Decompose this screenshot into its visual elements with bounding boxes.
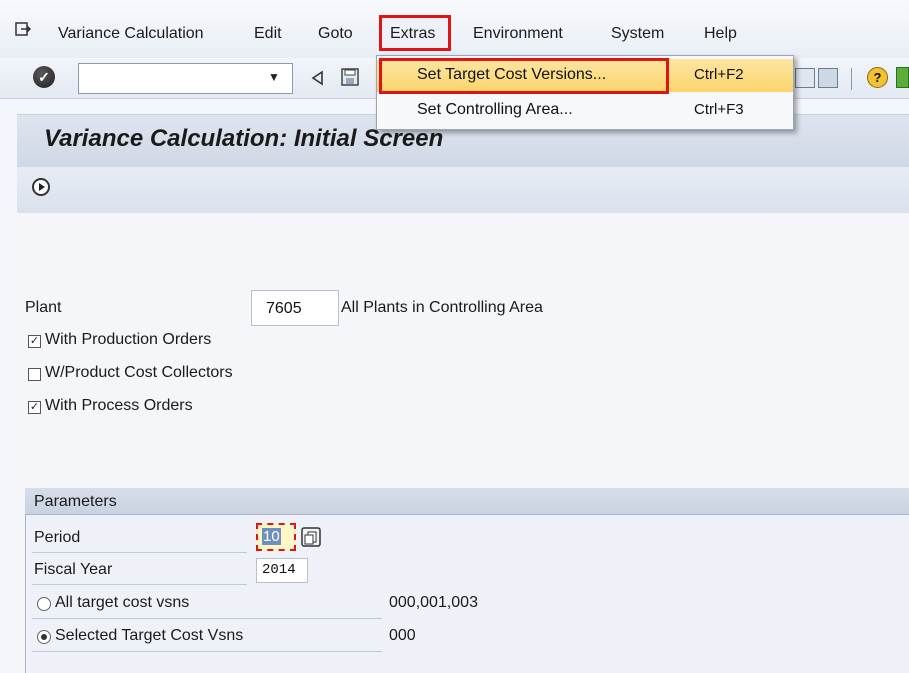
fiscal-year-label: Fiscal Year — [34, 561, 113, 578]
period-field[interactable]: 10 — [256, 523, 296, 551]
window-icon[interactable] — [818, 68, 838, 88]
menu-variance-calculation[interactable]: Variance Calculation — [58, 25, 204, 43]
all-plants-label: All Plants in Controlling Area — [341, 299, 543, 316]
chevron-down-icon[interactable]: ▼ — [268, 70, 286, 88]
period-label: Period — [34, 529, 81, 546]
menu-item-shortcut: Ctrl+F3 — [694, 101, 744, 118]
w-product-cost-collectors-label: W/Product Cost Collectors — [45, 364, 233, 381]
target-cost-versions-highlight — [379, 58, 669, 94]
menu-goto[interactable]: Goto — [318, 25, 353, 43]
radio-row-line-2 — [32, 651, 382, 652]
back-icon[interactable] — [310, 70, 324, 86]
selected-target-cost-vsns-radio[interactable] — [37, 630, 51, 644]
menu-environment[interactable]: Environment — [473, 25, 563, 43]
fiscal-year-field[interactable]: 2014 — [256, 558, 308, 583]
with-process-orders-label: With Process Orders — [45, 397, 193, 414]
radio-row-line — [32, 618, 382, 619]
with-process-orders-checkbox[interactable]: ✓ — [28, 401, 41, 414]
with-production-orders-label: With Production Orders — [45, 331, 212, 348]
help-icon[interactable]: ? — [867, 67, 888, 88]
all-target-cost-vsns-radio[interactable] — [37, 597, 51, 611]
copy-icon[interactable] — [301, 527, 321, 547]
layout-menu-icon[interactable] — [896, 67, 909, 88]
menu-extras[interactable]: Extras — [390, 25, 435, 43]
period-value: 10 — [262, 528, 281, 545]
plant-field[interactable]: 7605 — [251, 290, 339, 326]
menu-item-label: Set Controlling Area... — [417, 101, 573, 118]
menu-item-shortcut: Ctrl+F2 — [694, 66, 744, 83]
save-icon[interactable] — [340, 67, 360, 87]
toolbar-divider — [851, 68, 852, 90]
menu-system[interactable]: System — [611, 25, 664, 43]
menu-help[interactable]: Help — [704, 25, 737, 43]
parameters-header — [25, 488, 909, 515]
enter-check-icon[interactable]: ✓ — [33, 66, 55, 88]
execute-icon[interactable] — [32, 178, 50, 196]
menu-edit[interactable]: Edit — [254, 25, 282, 43]
fiscal-year-row-line — [32, 584, 247, 585]
command-field[interactable] — [78, 63, 293, 94]
parameters-title: Parameters — [34, 493, 117, 510]
all-target-cost-vsns-value: 000,001,003 — [389, 594, 478, 611]
menu-item-set-controlling-area[interactable]: Set Controlling Area... Ctrl+F3 — [377, 94, 793, 127]
application-toolbar — [17, 167, 909, 214]
parameters-group — [25, 488, 909, 673]
exit-icon[interactable] — [15, 22, 31, 36]
with-production-orders-checkbox[interactable]: ✓ — [28, 335, 41, 348]
w-product-cost-collectors-checkbox[interactable] — [28, 368, 41, 381]
selected-target-cost-vsns-value: 000 — [389, 627, 416, 644]
selected-target-cost-vsns-label: Selected Target Cost Vsns — [55, 627, 244, 644]
period-row-line — [32, 552, 247, 553]
plant-label: Plant — [25, 299, 62, 316]
all-target-cost-vsns-label: All target cost vsns — [55, 594, 190, 611]
layout-icon[interactable] — [795, 68, 815, 88]
